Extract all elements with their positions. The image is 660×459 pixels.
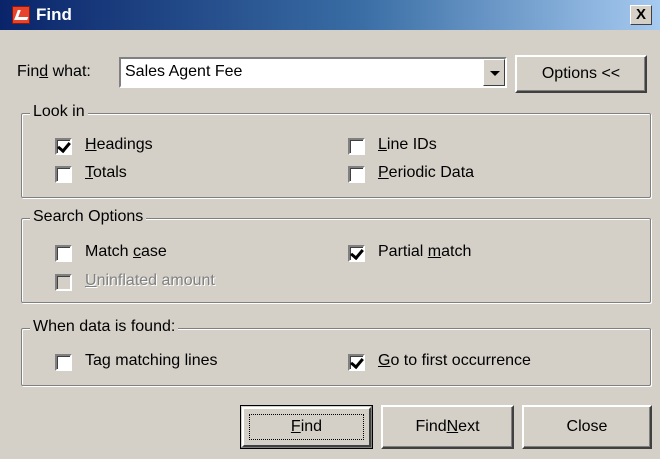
check-icon: [350, 245, 364, 261]
look-in-group: [21, 113, 651, 198]
title-bar[interactable]: Find X: [0, 0, 660, 30]
app-icon: [12, 6, 30, 24]
chevron-down-icon[interactable]: [483, 59, 505, 86]
go-to-first-occurrence-label[interactable]: Go to first occurrence: [378, 352, 531, 370]
window-title: Find: [36, 5, 72, 24]
tag-matching-lines-label[interactable]: Tag matching lines: [85, 352, 218, 370]
totals-checkbox[interactable]: [55, 166, 72, 183]
headings-label[interactable]: Headings: [85, 136, 153, 154]
when-found-legend: When data is found:: [30, 318, 179, 336]
close-window-button[interactable]: X: [630, 5, 652, 25]
match-case-checkbox[interactable]: [55, 245, 72, 262]
search-options-legend: Search Options: [30, 208, 147, 226]
find-what-input[interactable]: Sales Agent Fee: [125, 63, 242, 81]
look-in-legend: Look in: [30, 103, 88, 121]
uninflated-amount-checkbox: [55, 274, 72, 291]
tag-matching-lines-checkbox[interactable]: [55, 354, 72, 371]
headings-checkbox[interactable]: [55, 138, 72, 155]
partial-match-label[interactable]: Partial match: [378, 243, 471, 261]
check-icon: [57, 138, 71, 154]
options-button[interactable]: Options <<: [515, 55, 647, 93]
match-case-label[interactable]: Match case: [85, 243, 167, 261]
periodic-data-checkbox[interactable]: [348, 166, 365, 183]
find-next-button[interactable]: Find Next: [381, 405, 514, 449]
find-what-combobox[interactable]: Sales Agent Fee: [119, 57, 507, 88]
periodic-data-label[interactable]: Periodic Data: [378, 164, 474, 182]
line-ids-label[interactable]: Line IDs: [378, 136, 437, 154]
line-ids-checkbox[interactable]: [348, 138, 365, 155]
totals-label[interactable]: Totals: [85, 164, 127, 182]
uninflated-amount-label: Uninflated amount: [85, 272, 215, 289]
close-button[interactable]: Close: [522, 405, 652, 449]
find-button[interactable]: Find: [240, 405, 373, 449]
go-to-first-occurrence-checkbox[interactable]: [348, 354, 365, 371]
check-icon: [350, 354, 364, 370]
find-what-label: Find what:: [17, 63, 91, 80]
partial-match-checkbox[interactable]: [348, 245, 365, 262]
